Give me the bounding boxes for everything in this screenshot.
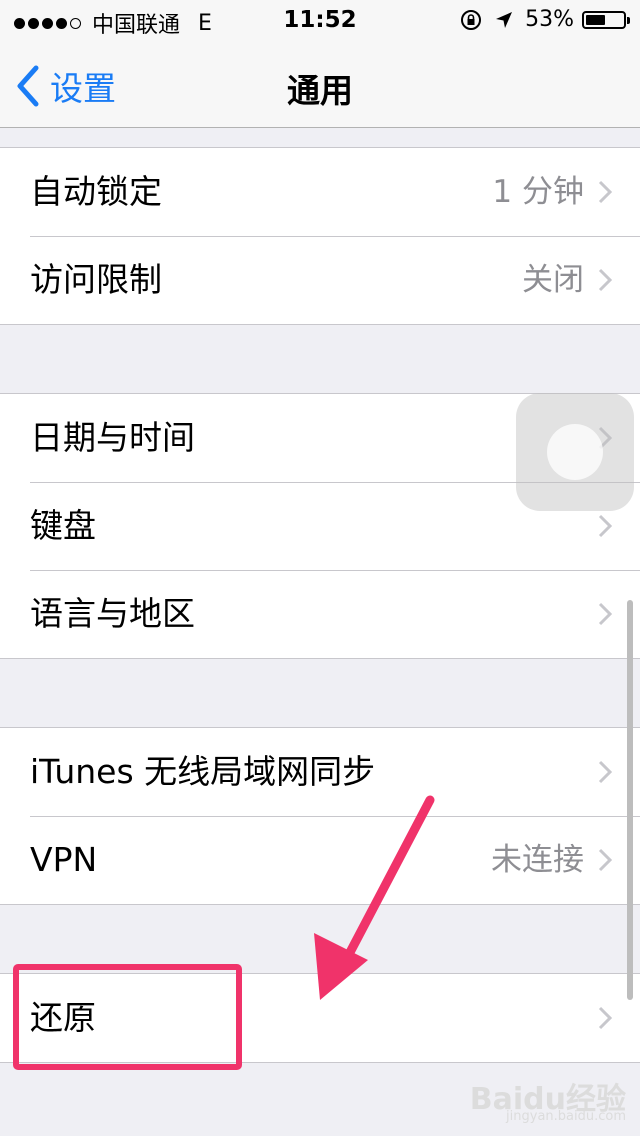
- annotation-arrow-icon: [314, 795, 435, 1000]
- watermark-url: jingyan.baidu.com: [506, 1109, 626, 1124]
- baidu-watermark: Baidu经验 jingyan.baidu.com: [470, 1072, 626, 1124]
